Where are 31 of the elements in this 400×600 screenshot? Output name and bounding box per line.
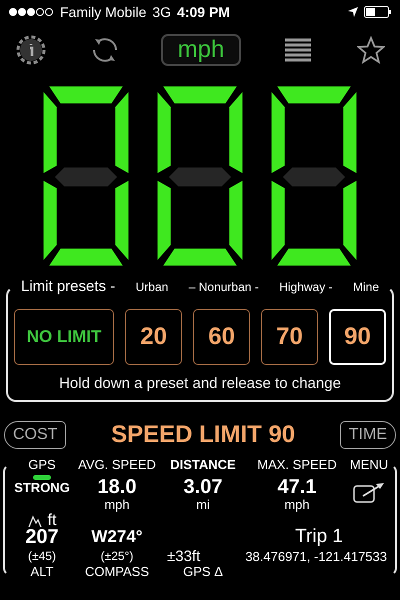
share-icon[interactable] [353, 480, 385, 504]
avg-speed-unit: mph [104, 496, 130, 512]
preset-button[interactable]: NO LIMIT [14, 309, 114, 365]
compass-accuracy: (±25°) [100, 549, 134, 563]
gps-accuracy: ±33ft [167, 548, 200, 564]
network-type: 3G [152, 4, 172, 20]
mountain-icon [28, 515, 42, 527]
info-gear-icon[interactable] [14, 33, 48, 67]
unit-button[interactable]: mph [161, 34, 241, 66]
trip-coordinates: 38.476971, -121.417533 [245, 548, 387, 564]
location-arrow-icon [348, 7, 358, 17]
signal-strength-icon [8, 7, 54, 17]
gps-signal: STRONG [14, 480, 70, 494]
max-speed-value: 47.1 [278, 476, 316, 498]
time-button[interactable]: TIME [340, 421, 396, 449]
compass-value: W274° [91, 527, 143, 547]
battery-icon [364, 6, 392, 18]
preset-button[interactable]: 70 [261, 309, 318, 365]
speed-limit-title: SPEED LIMIT 90 [111, 421, 296, 449]
status-time: 4:09 PM [177, 4, 230, 20]
preset-button[interactable]: 60 [193, 309, 250, 365]
cost-button[interactable]: COST [4, 421, 66, 449]
distance-value: 3.07 [184, 476, 222, 498]
max-speed-unit: mph [284, 496, 310, 512]
altitude-accuracy: (±45) [28, 549, 56, 563]
preset-button[interactable]: 20 [125, 309, 182, 365]
trip-name: Trip 1 [295, 526, 343, 548]
avg-speed-value: 18.0 [98, 476, 136, 498]
carrier-name: Family Mobile [60, 4, 146, 20]
distance-unit: mi [196, 496, 210, 512]
preset-button[interactable]: 90 [329, 309, 386, 365]
